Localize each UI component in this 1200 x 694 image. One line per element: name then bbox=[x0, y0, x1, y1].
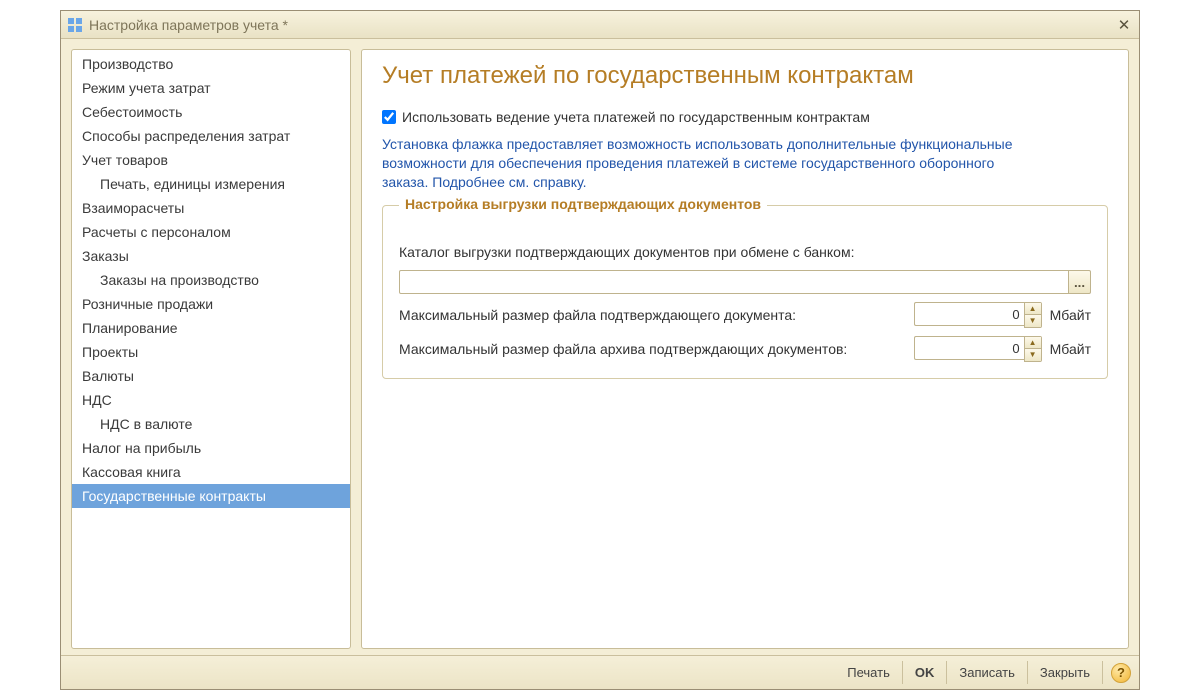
use-gov-contracts-label: Использовать ведение учета платежей по г… bbox=[402, 109, 870, 125]
titlebar: Настройка параметров учета * ✕ bbox=[61, 11, 1139, 39]
spinner-down-icon[interactable]: ▼ bbox=[1025, 349, 1041, 361]
nav-item[interactable]: Учет товаров bbox=[72, 148, 350, 172]
hint-text: Установка флажка предоставляет возможнос… bbox=[382, 135, 1022, 192]
nav-item[interactable]: НДС в валюте bbox=[72, 412, 350, 436]
max-file-size-input[interactable] bbox=[914, 302, 1024, 326]
nav-item[interactable]: Производство bbox=[72, 52, 350, 76]
export-settings-group: Настройка выгрузки подтверждающих докуме… bbox=[382, 205, 1108, 379]
use-gov-contracts-checkbox[interactable] bbox=[382, 110, 396, 124]
nav-item[interactable]: Проекты bbox=[72, 340, 350, 364]
help-button[interactable]: ? bbox=[1111, 663, 1131, 683]
browse-path-button[interactable]: ... bbox=[1069, 270, 1091, 294]
spinner-up-icon[interactable]: ▲ bbox=[1025, 337, 1041, 349]
nav-item[interactable]: Режим учета затрат bbox=[72, 76, 350, 100]
app-icon bbox=[67, 17, 83, 33]
max-archive-size-unit: Мбайт bbox=[1050, 341, 1091, 357]
nav-item[interactable]: Способы распределения затрат bbox=[72, 124, 350, 148]
window-title: Настройка параметров учета * bbox=[89, 17, 1109, 33]
ok-button[interactable]: OK bbox=[903, 661, 948, 684]
nav-item[interactable]: Заказы на производство bbox=[72, 268, 350, 292]
export-path-input[interactable] bbox=[399, 270, 1069, 294]
use-gov-contracts-checkbox-row[interactable]: Использовать ведение учета платежей по г… bbox=[382, 109, 1108, 125]
max-archive-size-spinner[interactable]: ▲ ▼ bbox=[1024, 336, 1042, 362]
window-close-button[interactable]: ✕ bbox=[1115, 16, 1133, 34]
settings-window: Настройка параметров учета * ✕ Производс… bbox=[60, 10, 1140, 690]
nav-item[interactable]: Планирование bbox=[72, 316, 350, 340]
footer: Печать OK Записать Закрыть ? bbox=[61, 655, 1139, 689]
nav-item[interactable]: Расчеты с персоналом bbox=[72, 220, 350, 244]
export-path-label: Каталог выгрузки подтверждающих документ… bbox=[399, 244, 1091, 260]
max-file-size-label: Максимальный размер файла подтверждающег… bbox=[399, 307, 906, 323]
nav-item[interactable]: Себестоимость bbox=[72, 100, 350, 124]
page-title: Учет платежей по государственным контрак… bbox=[382, 62, 1108, 91]
nav-item[interactable]: Налог на прибыль bbox=[72, 436, 350, 460]
spinner-up-icon[interactable]: ▲ bbox=[1025, 303, 1041, 315]
close-button[interactable]: Закрыть bbox=[1028, 661, 1103, 684]
nav-item[interactable]: Государственные контракты bbox=[72, 484, 350, 508]
nav-item[interactable]: Заказы bbox=[72, 244, 350, 268]
max-archive-size-input[interactable] bbox=[914, 336, 1024, 360]
max-archive-size-label: Максимальный размер файла архива подтвер… bbox=[399, 341, 906, 357]
print-button[interactable]: Печать bbox=[835, 661, 903, 684]
body-area: ПроизводствоРежим учета затратСебестоимо… bbox=[61, 39, 1139, 655]
nav-item[interactable]: Розничные продажи bbox=[72, 292, 350, 316]
export-settings-legend: Настройка выгрузки подтверждающих докуме… bbox=[399, 196, 767, 212]
nav-item[interactable]: НДС bbox=[72, 388, 350, 412]
save-button[interactable]: Записать bbox=[947, 661, 1028, 684]
max-file-size-unit: Мбайт bbox=[1050, 307, 1091, 323]
nav-item[interactable]: Кассовая книга bbox=[72, 460, 350, 484]
content-panel: Учет платежей по государственным контрак… bbox=[361, 49, 1129, 649]
max-file-size-spinner[interactable]: ▲ ▼ bbox=[1024, 302, 1042, 328]
nav-item[interactable]: Печать, единицы измерения bbox=[72, 172, 350, 196]
nav-item[interactable]: Взаиморасчеты bbox=[72, 196, 350, 220]
nav-item[interactable]: Валюты bbox=[72, 364, 350, 388]
spinner-down-icon[interactable]: ▼ bbox=[1025, 315, 1041, 327]
nav-panel: ПроизводствоРежим учета затратСебестоимо… bbox=[71, 49, 351, 649]
